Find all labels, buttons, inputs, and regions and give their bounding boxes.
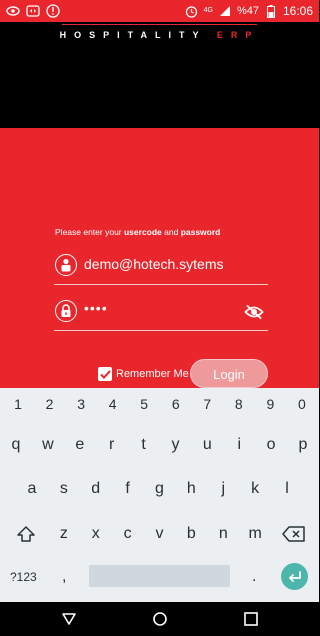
key-f[interactable]: f bbox=[112, 480, 144, 498]
back-icon[interactable] bbox=[61, 611, 77, 627]
password-field[interactable]: •••• bbox=[54, 298, 268, 331]
login-button[interactable]: Login bbox=[190, 359, 268, 388]
instructions-password: password bbox=[180, 227, 221, 237]
instructions-and: and bbox=[161, 227, 181, 237]
key-h[interactable]: h bbox=[175, 480, 207, 498]
comma-key[interactable]: , bbox=[62, 568, 66, 586]
key-p[interactable]: p bbox=[287, 436, 319, 454]
key-4[interactable]: 4 bbox=[107, 396, 119, 418]
key-3[interactable]: 3 bbox=[75, 396, 87, 418]
signal-icon bbox=[218, 4, 232, 18]
key-r[interactable]: r bbox=[96, 436, 128, 454]
key-5[interactable]: 5 bbox=[138, 396, 150, 418]
key-row-2: a s d f g h j k l bbox=[0, 480, 319, 498]
alert-icon bbox=[46, 4, 60, 18]
remember-checkbox[interactable] bbox=[98, 367, 112, 381]
key-z[interactable]: z bbox=[48, 525, 80, 543]
key-1[interactable]: 1 bbox=[12, 396, 24, 418]
key-s[interactable]: s bbox=[48, 480, 80, 498]
key-x[interactable]: x bbox=[80, 525, 112, 543]
key-j[interactable]: j bbox=[207, 480, 239, 498]
key-9[interactable]: 9 bbox=[264, 396, 276, 418]
key-d[interactable]: d bbox=[80, 480, 112, 498]
symbols-key[interactable]: ?123 bbox=[10, 570, 37, 584]
login-instructions: Please enter your usercode and password bbox=[55, 227, 220, 237]
key-0[interactable]: 0 bbox=[296, 396, 308, 418]
key-row-3: z x c v b n m bbox=[0, 525, 319, 543]
soft-keyboard: 1 2 3 4 5 6 7 8 9 0 q w e r t y u i o p … bbox=[0, 388, 319, 602]
key-n[interactable]: n bbox=[207, 525, 239, 543]
shift-icon[interactable] bbox=[16, 525, 36, 543]
number-row: 1 2 3 4 5 6 7 8 9 0 bbox=[0, 396, 319, 418]
instructions-text: Please enter your bbox=[55, 227, 124, 237]
alarm-icon bbox=[185, 4, 199, 18]
instructions-usercode: usercode bbox=[123, 227, 162, 237]
enter-icon bbox=[288, 570, 301, 582]
key-l[interactable]: l bbox=[271, 480, 303, 498]
screen-cast-icon bbox=[26, 4, 40, 18]
key-e[interactable]: e bbox=[64, 436, 96, 454]
key-2[interactable]: 2 bbox=[44, 396, 56, 418]
user-icon bbox=[55, 254, 77, 276]
key-v[interactable]: v bbox=[144, 525, 176, 543]
brand-accent: ERP bbox=[216, 30, 260, 40]
clock: 16:06 bbox=[282, 4, 313, 18]
key-6[interactable]: 6 bbox=[170, 396, 182, 418]
brand-divider bbox=[62, 24, 257, 25]
lock-icon bbox=[55, 300, 77, 322]
key-g[interactable]: g bbox=[144, 480, 176, 498]
key-c[interactable]: c bbox=[112, 525, 144, 543]
key-m[interactable]: m bbox=[239, 525, 271, 543]
key-o[interactable]: o bbox=[255, 436, 287, 454]
recent-apps-icon[interactable] bbox=[243, 611, 259, 627]
key-k[interactable]: k bbox=[239, 480, 271, 498]
status-bar: 4G %47 16:06 bbox=[0, 0, 319, 22]
key-i[interactable]: i bbox=[223, 436, 255, 454]
usercode-field[interactable]: demo@hotech.sytems bbox=[54, 252, 268, 285]
key-row-1: q w e r t y u i o p bbox=[0, 436, 319, 454]
app-header: HOSPITALITY ERP bbox=[0, 22, 319, 128]
home-icon[interactable] bbox=[152, 611, 168, 627]
key-y[interactable]: y bbox=[160, 436, 192, 454]
space-bar[interactable] bbox=[89, 565, 230, 587]
hide-password-icon[interactable] bbox=[244, 304, 264, 320]
network-type: 4G bbox=[203, 7, 213, 14]
eye-icon bbox=[6, 4, 20, 18]
remember-me[interactable]: Remember Me bbox=[98, 367, 189, 381]
key-w[interactable]: w bbox=[32, 436, 64, 454]
key-q[interactable]: q bbox=[0, 436, 32, 454]
key-a[interactable]: a bbox=[16, 480, 48, 498]
usercode-input[interactable]: demo@hotech.sytems bbox=[84, 256, 224, 272]
key-8[interactable]: 8 bbox=[233, 396, 245, 418]
backspace-icon[interactable] bbox=[281, 524, 307, 544]
enter-key[interactable] bbox=[281, 563, 308, 590]
key-u[interactable]: u bbox=[191, 436, 223, 454]
brand-logo: HOSPITALITY ERP bbox=[0, 30, 319, 40]
remember-label: Remember Me bbox=[116, 368, 189, 380]
key-7[interactable]: 7 bbox=[201, 396, 213, 418]
brand-main: HOSPITALITY bbox=[59, 30, 207, 40]
key-b[interactable]: b bbox=[175, 525, 207, 543]
battery-icon bbox=[264, 4, 278, 18]
system-nav-bar bbox=[0, 602, 319, 636]
period-key[interactable]: . bbox=[252, 568, 256, 586]
password-input[interactable]: •••• bbox=[84, 300, 108, 316]
login-panel: Please enter your usercode and password … bbox=[0, 128, 319, 388]
key-t[interactable]: t bbox=[128, 436, 160, 454]
battery-percent: %47 bbox=[236, 5, 259, 17]
